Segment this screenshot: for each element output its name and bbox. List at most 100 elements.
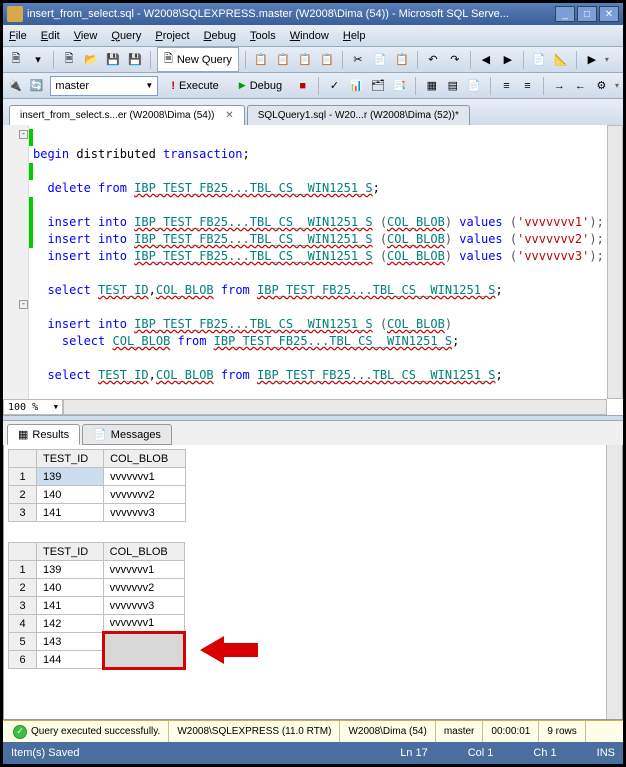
uncomment-icon[interactable]: ≡: [520, 77, 535, 95]
code-content: begin distributed transaction; delete fr…: [33, 129, 607, 415]
results-file-icon[interactable]: 📄: [466, 77, 482, 95]
zoom-selector[interactable]: 100 % ▼: [3, 399, 63, 415]
table-row: 2140vvvvvvv2: [9, 486, 186, 504]
table-row: 1139vvvvvvv1: [9, 468, 186, 486]
nav-fwd-icon[interactable]: ▶: [499, 51, 517, 69]
tab-messages-label: Messages: [111, 429, 161, 441]
status-time: 00:00:01: [483, 721, 539, 742]
menu-file[interactable]: File: [9, 30, 27, 42]
connect-icon[interactable]: 🔌: [7, 77, 23, 95]
zoom-value: 100 %: [8, 399, 38, 416]
add-icon[interactable]: 🗎: [60, 51, 78, 69]
save-icon[interactable]: 💾: [104, 51, 122, 69]
table-row: 3141vvvvvvv3: [9, 597, 185, 615]
maximize-button[interactable]: □: [577, 6, 597, 22]
app-status-bar: Item(s) Saved Ln 17 Col 1 Ch 1 INS: [3, 742, 623, 764]
minimize-button[interactable]: _: [555, 6, 575, 22]
outdent-icon[interactable]: ←: [573, 77, 588, 95]
tb-icon-3[interactable]: 📋: [296, 51, 314, 69]
menu-edit[interactable]: Edit: [41, 30, 60, 42]
dropdown-icon[interactable]: ▾: [29, 51, 47, 69]
tb-icon-1[interactable]: 📋: [252, 51, 270, 69]
tab-active[interactable]: insert_from_select.s...er (W2008\Dima (5…: [9, 105, 245, 125]
corner-header[interactable]: [9, 543, 37, 561]
tb-icon-2[interactable]: 📋: [274, 51, 292, 69]
col-header-colblob[interactable]: COL_BLOB: [103, 543, 184, 561]
save-all-icon[interactable]: 💾: [126, 51, 144, 69]
menu-debug[interactable]: Debug: [204, 30, 236, 42]
fold-icon[interactable]: -: [19, 130, 28, 139]
execute-label: Execute: [179, 80, 219, 92]
results-vertical-scrollbar[interactable]: [606, 445, 622, 719]
col-header-testid[interactable]: TEST_ID: [37, 450, 104, 468]
results-grids: TEST_ID COL_BLOB 1139vvvvvvv1 2140vvvvvv…: [3, 445, 623, 720]
annotation-arrow: [200, 634, 260, 666]
change-connection-icon[interactable]: 🔄: [29, 77, 45, 95]
new-project-icon[interactable]: 🗎: [7, 51, 25, 69]
menu-help[interactable]: Help: [343, 30, 366, 42]
new-query-button[interactable]: 🗎 New Query: [157, 47, 239, 72]
tb2-icon-ex[interactable]: ⚙: [594, 77, 609, 95]
tab-inactive[interactable]: SQLQuery1.sql - W20...r (W2008\Dima (52)…: [247, 105, 470, 125]
col-header-testid[interactable]: TEST_ID: [37, 543, 104, 561]
indent-icon[interactable]: →: [552, 77, 567, 95]
toolbar2-overflow[interactable]: ▾: [615, 81, 619, 90]
close-button[interactable]: ✕: [599, 6, 619, 22]
menu-query[interactable]: Query: [111, 30, 141, 42]
menu-project[interactable]: Project: [155, 30, 189, 42]
status-user: W2008\Dima (54): [340, 721, 435, 742]
result-grid-1: TEST_ID COL_BLOB 1139vvvvvvv1 2140vvvvvv…: [8, 449, 186, 522]
status-ins: INS: [597, 747, 615, 759]
tb-icon-ex1[interactable]: 📄: [530, 51, 548, 69]
corner-header[interactable]: [9, 450, 37, 468]
toolbar-query: 🔌 🔄 master ▼ Execute Debug ■ ✓ 📊 🗂 📑 ▦ ▤…: [3, 73, 623, 99]
window-title: insert_from_select.sql - W2008\SQLEXPRES…: [27, 8, 509, 20]
parse-icon[interactable]: ✓: [327, 77, 342, 95]
status-server: W2008\SQLEXPRESS (11.0 RTM): [169, 721, 340, 742]
code-editor[interactable]: - - begin distributed transaction; delet…: [3, 125, 623, 415]
tb2-icon-1[interactable]: 📊: [348, 77, 364, 95]
table-row: 1139vvvvvvv1: [9, 561, 185, 579]
tab-results-label: Results: [32, 429, 69, 441]
debug-button[interactable]: Debug: [232, 77, 289, 95]
tb-icon-4[interactable]: 📋: [318, 51, 336, 69]
horizontal-scrollbar[interactable]: [63, 399, 607, 415]
tab-results[interactable]: ▦ Results: [7, 424, 80, 445]
toolbar-overflow[interactable]: ▾: [605, 55, 609, 64]
tab-close-icon[interactable]: ✕: [225, 110, 233, 121]
highlighted-null-cell[interactable]: [103, 633, 184, 669]
tab-active-label: insert_from_select.s...er (W2008\Dima (5…: [20, 110, 215, 121]
paste-icon[interactable]: 📋: [393, 51, 411, 69]
table-row: 3141vvvvvvv3: [9, 504, 186, 522]
menu-tools[interactable]: Tools: [250, 30, 276, 42]
results-text-icon[interactable]: ▤: [445, 77, 460, 95]
menu-view[interactable]: View: [74, 30, 98, 42]
fold-icon[interactable]: -: [19, 300, 28, 309]
copy-icon[interactable]: 📄: [371, 51, 389, 69]
col-header-colblob[interactable]: COL_BLOB: [104, 450, 186, 468]
titlebar: insert_from_select.sql - W2008\SQLEXPRES…: [3, 3, 623, 25]
results-grid-icon[interactable]: ▦: [424, 77, 439, 95]
execute-button[interactable]: Execute: [164, 77, 225, 95]
cut-icon[interactable]: ✂: [349, 51, 367, 69]
tb2-icon-2[interactable]: 🗂: [370, 77, 386, 95]
tb-icon-ex2[interactable]: 📐: [552, 51, 570, 69]
chevron-down-icon: ▼: [145, 81, 153, 90]
tab-messages[interactable]: 📄 Messages: [82, 424, 172, 445]
comment-icon[interactable]: ≡: [499, 77, 514, 95]
status-ch: Ch 1: [533, 747, 556, 759]
tb-icon-ex3[interactable]: ▶: [583, 51, 601, 69]
stop-icon[interactable]: ■: [295, 77, 310, 95]
table-row: 4142vvvvvvv1: [9, 615, 185, 633]
app-icon: [7, 6, 23, 22]
open-icon[interactable]: 📂: [82, 51, 100, 69]
nav-back-icon[interactable]: ◀: [477, 51, 495, 69]
undo-icon[interactable]: ↶: [424, 51, 442, 69]
database-selector[interactable]: master ▼: [50, 76, 158, 96]
new-query-icon: 🗎: [164, 50, 173, 69]
debug-label: Debug: [250, 80, 282, 92]
menu-window[interactable]: Window: [290, 30, 329, 42]
vertical-scrollbar[interactable]: [607, 125, 623, 399]
tb2-icon-3[interactable]: 📑: [392, 77, 408, 95]
redo-icon[interactable]: ↷: [446, 51, 464, 69]
